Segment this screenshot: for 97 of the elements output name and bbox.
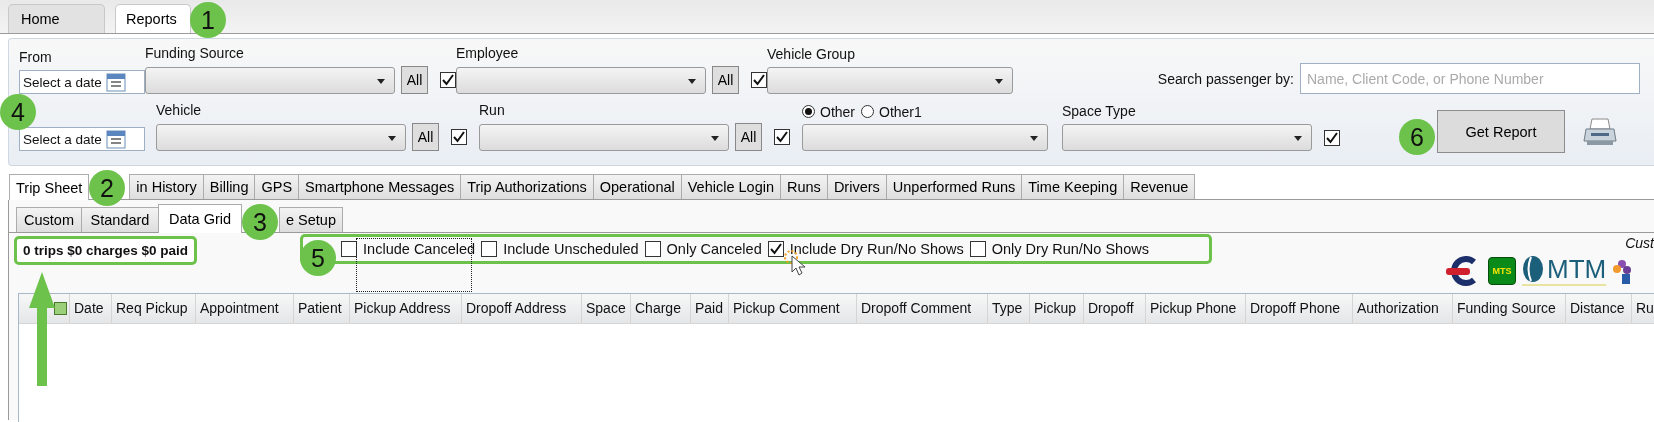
all-button[interactable]: All — [412, 123, 439, 151]
select-all-icon[interactable] — [54, 302, 67, 315]
caret-icon — [377, 78, 385, 84]
field-label: Vehicle — [156, 102, 203, 119]
caret-icon — [1294, 136, 1302, 141]
field-label: Run — [479, 102, 506, 119]
dropdown[interactable] — [156, 123, 406, 151]
report-tab[interactable]: Revenue — [1123, 174, 1196, 199]
view-tab[interactable]: Standard — [81, 207, 159, 232]
column-header[interactable]: Patient — [293, 294, 349, 323]
dropdown[interactable] — [802, 124, 1048, 151]
radio-label: Other1 — [879, 103, 922, 120]
column-header[interactable]: Appointment — [195, 294, 293, 323]
dropdown[interactable] — [1062, 124, 1312, 151]
report-tab[interactable]: Billing — [202, 174, 256, 199]
column-header[interactable]: Dropoff Address — [461, 294, 581, 323]
column-header[interactable]: Ru — [1631, 294, 1654, 323]
column-header[interactable]: Distance — [1565, 294, 1631, 323]
report-tab[interactable]: Trip Authorizations — [460, 174, 594, 199]
column-header[interactable]: Req Pickup — [111, 294, 195, 323]
all-button[interactable]: All — [712, 66, 739, 94]
column-header[interactable]: Authorization — [1352, 294, 1452, 323]
checkbox[interactable] — [644, 241, 661, 257]
dropdown[interactable] — [479, 123, 729, 151]
checkbox-label: Include Dry Run/No Shows — [789, 241, 964, 257]
step-callout: 4 — [0, 94, 36, 130]
radio-button[interactable] — [802, 105, 815, 118]
checkbox[interactable] — [440, 72, 456, 88]
search-label: Search passenger by: — [1157, 70, 1294, 87]
column-header[interactable]: Pickup Address — [349, 294, 461, 323]
column-header[interactable]: Dropoff — [1083, 294, 1145, 323]
mtm-logo: MTM — [1522, 255, 1607, 286]
step-callout: 2 — [89, 170, 125, 206]
view-tab[interactable]: e Setup — [279, 207, 343, 232]
report-tab[interactable]: Smartphone Messages — [298, 174, 462, 199]
checkbox[interactable] — [751, 72, 767, 88]
view-tab[interactable]: Custom — [16, 207, 82, 232]
field-label: Funding Source — [145, 45, 245, 62]
caret-icon — [711, 135, 719, 141]
dropdown[interactable] — [145, 66, 395, 94]
column-header[interactable]: Pickup Phone — [1145, 294, 1245, 323]
search-field[interactable]: Name, Client Code, or Phone Number — [1300, 63, 1640, 94]
column-header[interactable]: Pickup Comment — [728, 294, 856, 323]
checkbox[interactable] — [767, 241, 784, 257]
checkbox-label: Only Dry Run/No Shows — [991, 241, 1149, 257]
report-tab[interactable]: Unperformed Runs — [885, 174, 1023, 199]
field-label: Space Type — [1062, 103, 1137, 120]
printer-icon[interactable] — [1583, 117, 1617, 147]
column-header[interactable]: Dropoff Comment — [856, 294, 987, 323]
column-header[interactable]: Charge — [630, 294, 690, 323]
checkbox[interactable] — [451, 129, 467, 145]
report-tab[interactable]: Operational — [592, 174, 682, 199]
calendar-icon — [105, 129, 126, 149]
globe-icon — [1522, 255, 1544, 283]
calendar-icon — [105, 72, 126, 92]
view-tab[interactable]: Data Grid — [158, 204, 242, 233]
top-tab[interactable]: Reports — [115, 4, 191, 33]
date-field[interactable]: Select a date — [19, 70, 145, 94]
caret-icon — [995, 79, 1003, 84]
column-header[interactable]: Dropoff Phone — [1245, 294, 1352, 323]
checkbox-label: Include Canceled — [363, 241, 476, 257]
field-label: Vehicle Group — [767, 46, 856, 63]
caret-icon — [688, 78, 696, 84]
get-report-button[interactable]: Get Report — [1437, 110, 1565, 153]
report-tab[interactable]: Runs — [780, 174, 828, 199]
field-label: From — [19, 49, 53, 66]
column-header[interactable]: Space — [581, 294, 630, 323]
column-header[interactable]: Pickup — [1029, 294, 1083, 323]
column-header[interactable]: Type — [987, 294, 1029, 323]
customer-label: Cust — [1625, 235, 1654, 251]
radio-label: Other — [820, 103, 855, 120]
caret-icon — [388, 135, 396, 141]
mts-logo: MTS — [1488, 256, 1516, 285]
report-tab[interactable]: in History — [129, 174, 204, 199]
summary-text: 0 trips $0 charges $0 paid — [14, 236, 198, 265]
checkbox[interactable] — [341, 241, 358, 257]
all-button[interactable]: All — [401, 66, 428, 94]
checkbox-label: Include Unscheduled — [503, 241, 639, 257]
date-field[interactable]: Select a date — [19, 127, 145, 151]
checkbox[interactable] — [481, 241, 498, 257]
caret-icon — [1030, 136, 1038, 141]
column-header[interactable]: Paid — [690, 294, 728, 323]
checkbox[interactable] — [774, 129, 790, 145]
all-button[interactable]: All — [735, 123, 762, 151]
field-label: Employee — [456, 45, 520, 62]
report-tab[interactable]: Drivers — [826, 174, 887, 199]
top-tab[interactable]: Home — [8, 4, 105, 33]
report-tab[interactable]: Vehicle Login — [680, 174, 781, 199]
checkbox[interactable] — [969, 241, 986, 257]
report-tab[interactable]: Time Keeping — [1021, 174, 1125, 199]
checkbox[interactable] — [1324, 129, 1340, 146]
column-header[interactable]: Date — [69, 294, 111, 323]
radio-button[interactable] — [861, 105, 874, 118]
report-tab[interactable]: Trip Sheet — [9, 174, 90, 200]
checkbox-label: Only Canceled — [666, 241, 762, 257]
column-header[interactable]: Funding Source — [1452, 294, 1565, 323]
report-tab[interactable]: GPS — [254, 174, 300, 199]
